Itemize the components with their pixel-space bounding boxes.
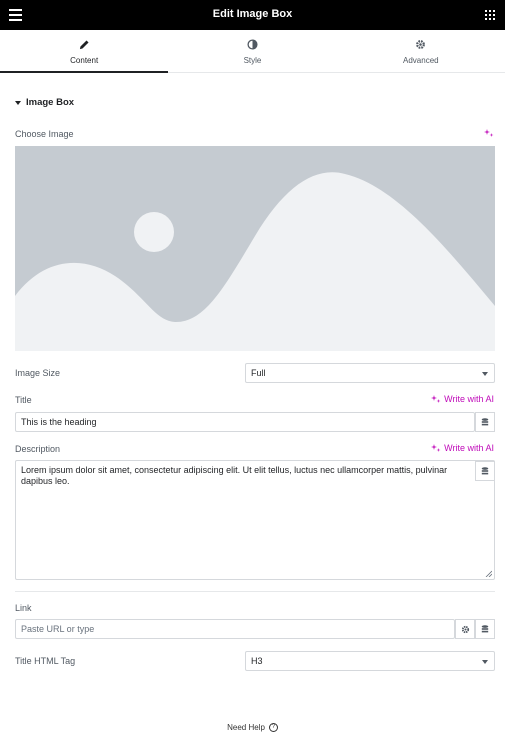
panel-tabs: Content Style Advanced bbox=[0, 30, 505, 73]
title-html-tag-select[interactable]: H3 bbox=[245, 651, 495, 671]
tab-content-label: Content bbox=[70, 56, 99, 65]
description-dynamic-tags-button[interactable] bbox=[475, 461, 495, 481]
ai-sparkle-icon[interactable] bbox=[484, 128, 494, 138]
ai-sparkle-icon bbox=[431, 444, 441, 452]
title-html-tag-label: Title HTML Tag bbox=[15, 656, 76, 666]
title-html-tag-value: H3 bbox=[251, 656, 263, 666]
need-help-link[interactable]: Need Help ? bbox=[0, 723, 505, 732]
tab-advanced-label: Advanced bbox=[403, 56, 439, 65]
tab-style-label: Style bbox=[243, 56, 262, 65]
chevron-down-icon bbox=[482, 372, 488, 376]
resize-handle-icon[interactable] bbox=[485, 570, 492, 577]
link-label: Link bbox=[15, 603, 32, 613]
section-divider bbox=[15, 591, 495, 592]
title-ai-label: Write with AI bbox=[444, 394, 494, 404]
chevron-down-icon bbox=[482, 660, 488, 664]
tab-style[interactable]: Style bbox=[168, 30, 336, 72]
image-placeholder[interactable] bbox=[15, 146, 495, 351]
gear-icon bbox=[461, 625, 469, 633]
placeholder-image-icon bbox=[15, 146, 495, 351]
title-label: Title bbox=[15, 395, 32, 405]
half-circle-icon bbox=[168, 39, 336, 51]
title-input[interactable]: This is the heading bbox=[15, 412, 475, 432]
section-title: Image Box bbox=[26, 97, 75, 108]
link-options-button[interactable] bbox=[455, 619, 475, 639]
title-write-with-ai-link[interactable]: Write with AI bbox=[431, 394, 494, 404]
ai-sparkle-icon bbox=[431, 395, 441, 403]
title-dynamic-tags-button[interactable] bbox=[475, 412, 495, 432]
apps-grid-icon[interactable] bbox=[485, 10, 495, 20]
description-text: Lorem ipsum dolor sit amet, consectetur … bbox=[21, 465, 448, 486]
panel-title: Edit Image Box bbox=[212, 8, 293, 20]
description-write-with-ai-link[interactable]: Write with AI bbox=[431, 443, 494, 453]
image-size-value: Full bbox=[251, 368, 266, 378]
question-circle-icon: ? bbox=[268, 723, 278, 732]
description-ai-label: Write with AI bbox=[444, 443, 494, 453]
description-label: Description bbox=[15, 444, 61, 454]
description-textarea[interactable]: Lorem ipsum dolor sit amet, consectetur … bbox=[15, 460, 495, 580]
link-input[interactable]: Paste URL or type bbox=[15, 619, 455, 639]
tab-advanced[interactable]: Advanced bbox=[337, 30, 505, 72]
link-dynamic-tags-button[interactable] bbox=[475, 619, 495, 639]
choose-image-label: Choose Image bbox=[15, 129, 74, 139]
image-size-label: Image Size bbox=[15, 368, 61, 378]
gear-icon bbox=[337, 39, 505, 51]
pencil-icon bbox=[0, 39, 168, 51]
caret-down-icon bbox=[15, 100, 21, 105]
database-icon bbox=[481, 417, 489, 425]
need-help-label: Need Help bbox=[227, 723, 265, 732]
image-size-select[interactable]: Full bbox=[245, 363, 495, 383]
section-toggle-image-box[interactable]: Image Box bbox=[15, 97, 74, 108]
tab-content[interactable]: Content bbox=[0, 30, 169, 73]
database-icon bbox=[481, 466, 489, 474]
panel-header: Edit Image Box bbox=[0, 0, 505, 30]
database-icon bbox=[481, 624, 489, 632]
